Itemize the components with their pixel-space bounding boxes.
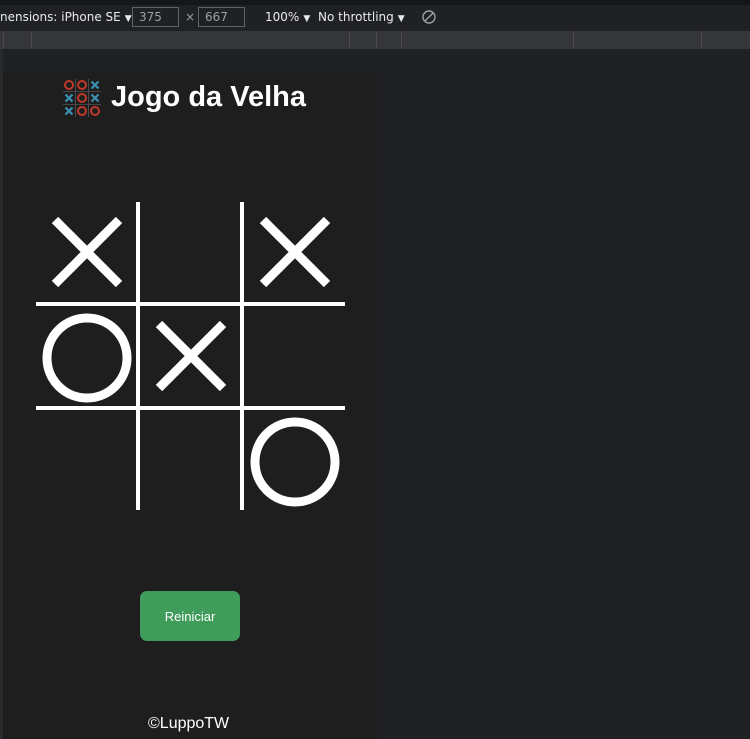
ruler-segment[interactable] (376, 31, 377, 48)
device-dimensions-label: nensions: iPhone SE (0, 10, 121, 24)
ruler-segment[interactable] (31, 31, 32, 48)
board-cell[interactable] (245, 306, 345, 406)
zoom-dropdown[interactable]: 100% ▼ (265, 10, 310, 24)
restart-button[interactable]: Reiniciar (140, 591, 240, 641)
o-mark-icon (42, 313, 132, 403)
ruler-segment[interactable] (3, 31, 4, 48)
throttling-label: No throttling (318, 10, 394, 24)
board-cell[interactable] (245, 410, 345, 510)
board-cell[interactable] (245, 202, 345, 302)
throttling-dropdown[interactable]: No throttling ▼ (318, 10, 405, 24)
caret-down-icon: ▼ (303, 14, 311, 24)
ruler-segment[interactable] (701, 31, 702, 48)
device-dimensions-dropdown[interactable]: nensions: iPhone SE ▼ (0, 10, 132, 24)
caret-down-icon: ▼ (124, 14, 132, 24)
zoom-label: 100% (265, 10, 300, 24)
x-mark-icon (51, 216, 123, 288)
board-cell[interactable] (141, 306, 241, 406)
board-cell[interactable] (141, 202, 241, 302)
tic-tac-toe-logo-icon (63, 79, 101, 117)
x-mark-icon (155, 320, 227, 392)
footer-credit: ©LuppoTW (148, 715, 230, 732)
caret-down-icon: ▼ (397, 14, 405, 24)
empty-cell-icon (141, 202, 241, 302)
o-mark-icon (250, 417, 340, 507)
empty-cell-icon (245, 306, 345, 406)
ruler-segment[interactable] (573, 31, 574, 48)
board-cell[interactable] (141, 410, 241, 510)
height-input[interactable] (198, 7, 245, 27)
ruler-segment[interactable] (401, 31, 402, 48)
empty-cell-icon (37, 410, 137, 510)
device-toolbar: nensions: iPhone SE▼ × 100%▼ No throttli… (0, 5, 750, 32)
media-query-ruler (0, 31, 750, 49)
dimension-times-sign: × (185, 10, 196, 24)
board-cell[interactable] (37, 202, 137, 302)
empty-cell-icon (141, 410, 241, 510)
game-board (36, 202, 345, 510)
board-cell[interactable] (37, 410, 137, 510)
page-title: Jogo da Velha (111, 81, 306, 113)
ruler-segment[interactable] (349, 31, 350, 48)
board-cell[interactable] (37, 306, 137, 406)
x-mark-icon (259, 216, 331, 288)
rotate-icon[interactable] (421, 9, 437, 25)
width-input[interactable] (132, 7, 179, 27)
